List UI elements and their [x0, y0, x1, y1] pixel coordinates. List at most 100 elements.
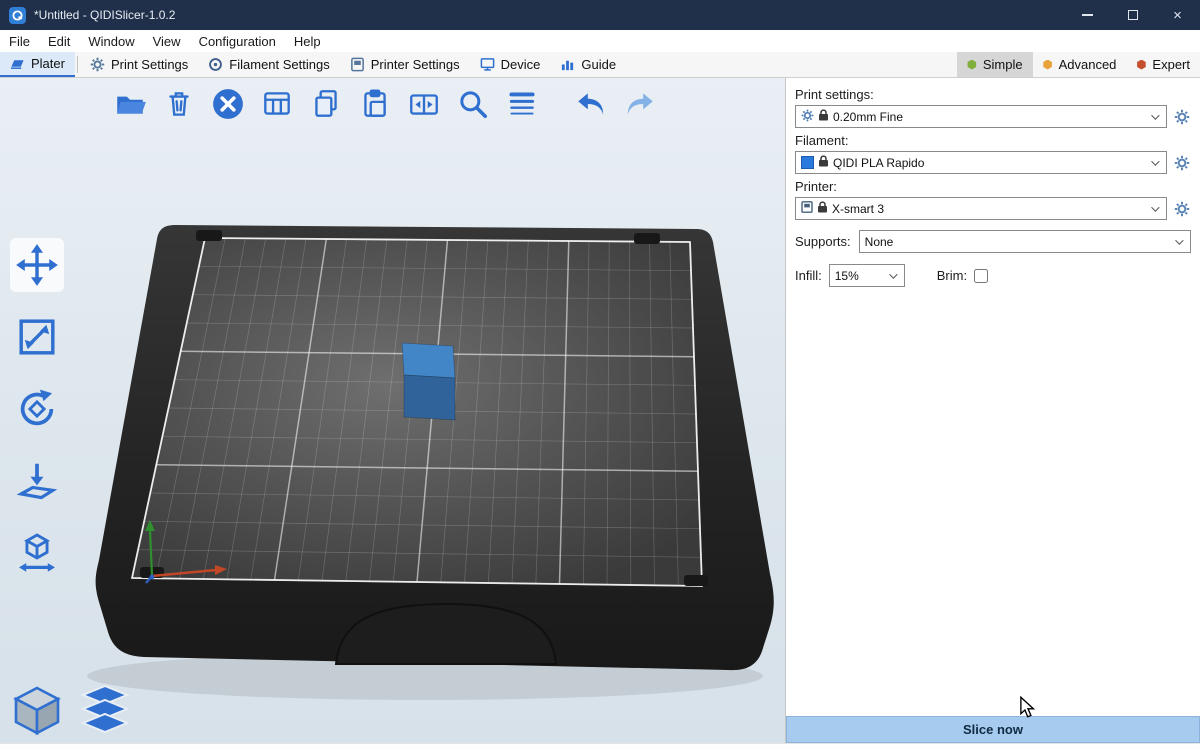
- printer-value: X-smart 3: [832, 202, 884, 216]
- minimize-button[interactable]: [1065, 0, 1110, 30]
- delete-all-icon: [211, 86, 245, 122]
- preview-layers-button[interactable]: [76, 681, 134, 739]
- tab-label: Print Settings: [111, 57, 188, 72]
- open-folder-button[interactable]: [112, 86, 148, 122]
- search-button[interactable]: [455, 86, 491, 122]
- menu-window[interactable]: Window: [79, 30, 143, 52]
- titlebar: *Untitled - QIDISlicer-1.0.2 ×: [0, 0, 1200, 30]
- maximize-button[interactable]: [1110, 0, 1155, 30]
- tab-plater[interactable]: Plater: [0, 52, 75, 77]
- editor-view-button[interactable]: [8, 681, 66, 739]
- delete-button[interactable]: [161, 86, 197, 122]
- chevron-down-icon: [1151, 157, 1159, 165]
- infill-value: 15%: [835, 269, 859, 283]
- menu-configuration[interactable]: Configuration: [190, 30, 285, 52]
- print-settings-gear-icon: [90, 57, 105, 72]
- delete-all-button[interactable]: [210, 86, 246, 122]
- rotate-icon: [14, 386, 60, 432]
- edit-print-settings-button[interactable]: [1173, 108, 1191, 126]
- viewport-3d[interactable]: [0, 78, 785, 743]
- model-object-cube[interactable]: [402, 343, 455, 420]
- supports-combo[interactable]: None: [859, 230, 1191, 253]
- filament-value: QIDI PLA Rapido: [833, 156, 924, 170]
- plater-icon: [10, 56, 25, 71]
- paste-button[interactable]: [357, 86, 393, 122]
- settings-sidebar: Print settings: 0.20mm Fine Filament:: [785, 78, 1200, 743]
- close-button[interactable]: ×: [1155, 0, 1200, 30]
- preview-layers-icon: [77, 682, 133, 738]
- mode-simple[interactable]: Simple: [957, 52, 1033, 77]
- copy-button[interactable]: [308, 86, 344, 122]
- tab-printer-settings[interactable]: Printer Settings: [340, 52, 470, 77]
- chevron-down-icon: [1175, 236, 1183, 244]
- window-title: *Untitled - QIDISlicer-1.0.2: [34, 8, 175, 22]
- filament-combo[interactable]: QIDI PLA Rapido: [795, 151, 1167, 174]
- split-objects-button[interactable]: [406, 86, 442, 122]
- tab-label: Filament Settings: [229, 57, 329, 72]
- printer-combo[interactable]: X-smart 3: [795, 197, 1167, 220]
- split-objects-icon: [407, 87, 441, 121]
- filament-color-swatch: [801, 156, 814, 169]
- print-settings-combo[interactable]: 0.20mm Fine: [795, 105, 1167, 128]
- mode-advanced[interactable]: Advanced: [1033, 52, 1127, 77]
- paste-icon: [358, 87, 392, 121]
- app-window: *Untitled - QIDISlicer-1.0.2 × File Edit…: [0, 0, 1200, 750]
- move-icon: [14, 242, 60, 288]
- redo-button[interactable]: [622, 86, 658, 122]
- arrange-icon: [260, 87, 294, 121]
- slice-now-button[interactable]: Slice now: [786, 716, 1200, 743]
- move-button[interactable]: [10, 238, 64, 292]
- undo-icon: [574, 86, 608, 122]
- variable-layer-height-button[interactable]: [504, 86, 540, 122]
- delete-icon: [162, 87, 196, 121]
- menu-view[interactable]: View: [144, 30, 190, 52]
- mode-label: Expert: [1152, 57, 1190, 72]
- tab-guide[interactable]: Guide: [550, 52, 626, 77]
- supports-label: Supports:: [795, 234, 851, 249]
- guide-chart-icon: [560, 57, 575, 72]
- arrange-button[interactable]: [259, 86, 295, 122]
- expert-mode-dot-icon: [1136, 60, 1146, 70]
- variable-layer-height-icon: [505, 87, 539, 121]
- menu-file[interactable]: File: [0, 30, 39, 52]
- statusbar: [0, 743, 1200, 750]
- menubar: File Edit Window View Configuration Help: [0, 30, 1200, 52]
- main-area: Print settings: 0.20mm Fine Filament:: [0, 78, 1200, 743]
- mode-switcher: Simple Advanced Expert: [957, 52, 1200, 77]
- filament-label: Filament:: [795, 133, 1191, 148]
- redo-icon: [623, 86, 657, 122]
- mode-expert[interactable]: Expert: [1126, 52, 1200, 77]
- filament-spool-icon: [208, 57, 223, 72]
- infill-combo[interactable]: 15%: [829, 264, 905, 287]
- scale-button[interactable]: [10, 310, 64, 364]
- brim-label: Brim:: [937, 268, 967, 283]
- undo-button[interactable]: [573, 86, 609, 122]
- brim-checkbox[interactable]: [974, 269, 988, 283]
- 3d-editor-view-icon: [9, 682, 65, 738]
- supports-value: None: [865, 235, 894, 249]
- printer-label: Printer:: [795, 179, 1191, 194]
- tab-label: Device: [501, 57, 541, 72]
- measure-button[interactable]: [10, 526, 64, 580]
- lock-icon: [819, 155, 828, 170]
- lock-icon: [818, 201, 827, 216]
- app-logo-icon: [9, 7, 26, 24]
- place-on-face-button[interactable]: [10, 454, 64, 508]
- edit-printer-button[interactable]: [1173, 200, 1191, 218]
- tab-print-settings[interactable]: Print Settings: [80, 52, 198, 77]
- tab-label: Guide: [581, 57, 616, 72]
- print-settings-label: Print settings:: [795, 87, 1191, 102]
- plater-toolbar: [112, 86, 658, 122]
- edit-filament-button[interactable]: [1173, 154, 1191, 172]
- printer-icon: [801, 201, 813, 216]
- tab-separator: [77, 56, 78, 73]
- chevron-down-icon: [889, 270, 897, 278]
- menu-help[interactable]: Help: [285, 30, 330, 52]
- advanced-mode-dot-icon: [1043, 60, 1053, 70]
- tab-filament-settings[interactable]: Filament Settings: [198, 52, 339, 77]
- mouse-cursor: [1018, 696, 1036, 718]
- viewport-3d-scene[interactable]: [0, 78, 785, 743]
- tab-device[interactable]: Device: [470, 52, 551, 77]
- rotate-button[interactable]: [10, 382, 64, 436]
- menu-edit[interactable]: Edit: [39, 30, 79, 52]
